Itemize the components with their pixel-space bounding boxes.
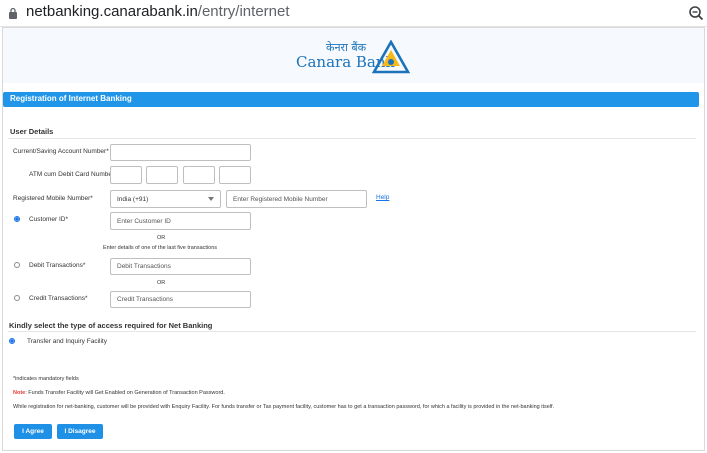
mobile-number-input[interactable] — [226, 190, 367, 208]
debit-transactions-label: Debit Transactions* — [29, 262, 86, 269]
url-host: netbanking.canarabank.in — [26, 3, 198, 20]
or-separator-1: OR — [157, 235, 166, 241]
zoom-icon[interactable] — [688, 5, 704, 21]
enquiry-facility-info: While registration for net-banking, cust… — [13, 404, 555, 410]
help-link[interactable]: Help — [376, 194, 389, 201]
credit-transactions-input[interactable] — [110, 291, 251, 308]
canara-bank-logo-icon — [372, 40, 410, 74]
note-label: Note — [13, 390, 26, 396]
url-text[interactable]: netbanking.canarabank.in/entry/internet — [26, 3, 290, 20]
page-title: Registration of Internet Banking — [10, 94, 132, 103]
atm-card-part-4-input[interactable] — [219, 166, 251, 184]
note-text: : Funds Transfer Facility will Get Enabl… — [25, 390, 225, 396]
transactions-note: Enter details of one of the last five tr… — [103, 245, 218, 251]
account-number-label: Current/Saving Account Number* — [13, 148, 109, 155]
user-details-heading: User Details — [10, 127, 54, 136]
customer-id-radio[interactable] — [14, 216, 20, 222]
atm-card-part-2-input[interactable] — [146, 166, 178, 184]
disagree-button[interactable]: I Disagree — [57, 424, 103, 439]
funds-transfer-note: Note: Funds Transfer Facility will Get E… — [13, 390, 225, 396]
account-number-input[interactable] — [110, 144, 251, 161]
agree-button[interactable]: I Agree — [14, 424, 52, 439]
credit-transactions-label: Credit Transactions* — [29, 295, 88, 302]
divider — [8, 331, 696, 332]
mobile-number-label: Registered Mobile Number* — [13, 195, 93, 202]
debit-transactions-input[interactable] — [110, 258, 251, 275]
atm-card-part-3-input[interactable] — [183, 166, 215, 184]
page-frame — [2, 27, 705, 451]
transfer-inquiry-radio[interactable] — [9, 338, 15, 344]
mandatory-fields-note: *indicates mandatory fields — [13, 376, 79, 382]
chevron-down-icon — [208, 197, 214, 201]
atm-card-label: ATM cum Debit Card Number* — [29, 171, 117, 178]
access-type-heading: Kindly select the type of access require… — [9, 321, 213, 330]
customer-id-input[interactable] — [110, 212, 251, 230]
transfer-inquiry-label: Transfer and Inquiry Facility — [27, 338, 107, 345]
or-separator-2: OR — [157, 280, 166, 286]
lock-icon — [9, 7, 17, 19]
url-path: /entry/internet — [197, 3, 290, 20]
credit-transactions-radio[interactable] — [14, 295, 20, 301]
divider — [8, 138, 696, 139]
atm-card-part-1-input[interactable] — [110, 166, 142, 184]
country-code-value: India (+91) — [117, 195, 149, 203]
country-code-select[interactable]: India (+91) — [110, 190, 221, 208]
debit-transactions-radio[interactable] — [14, 262, 20, 268]
customer-id-label: Customer ID* — [29, 216, 69, 223]
